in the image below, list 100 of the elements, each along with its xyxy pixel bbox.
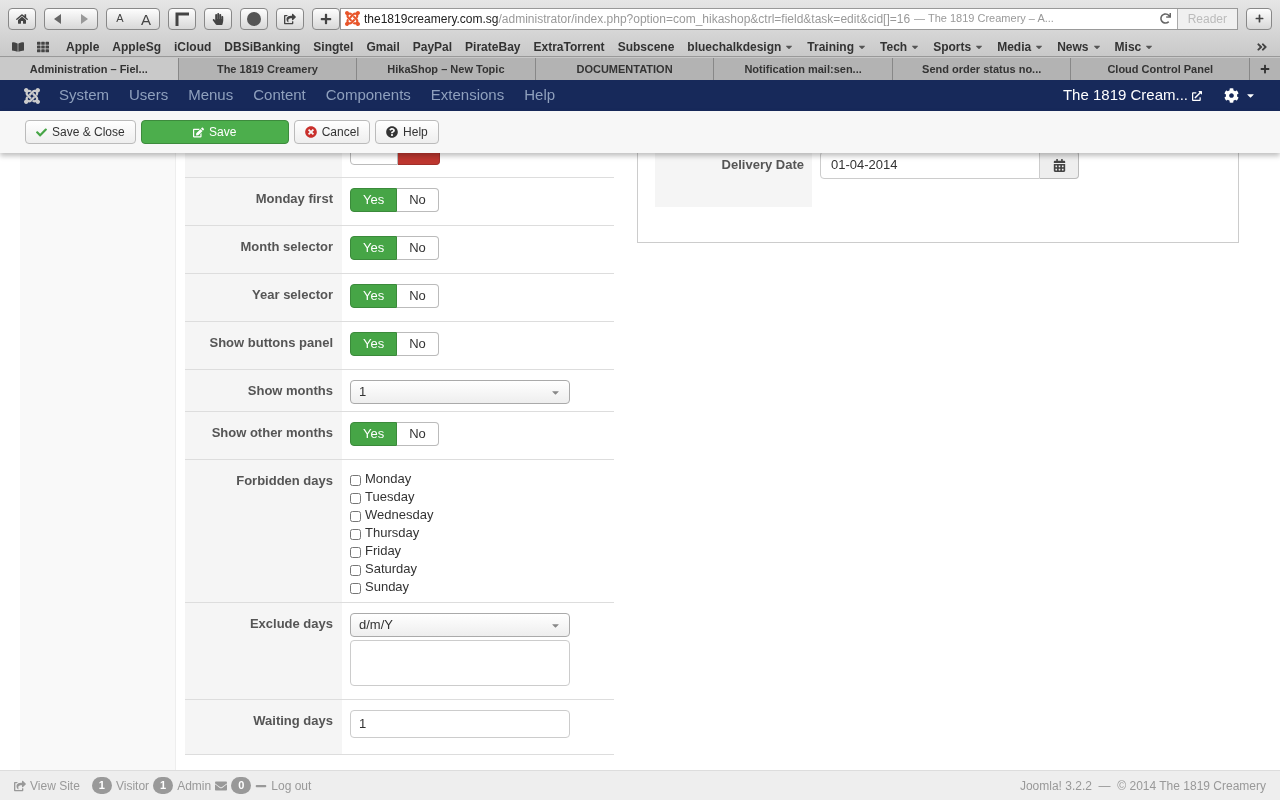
nav-menu-item[interactable]: Extensions xyxy=(430,84,505,107)
toggle-option[interactable]: No xyxy=(397,236,439,260)
checkbox[interactable] xyxy=(350,528,361,540)
browser-tab[interactable]: Cloud Control Panel xyxy=(1071,58,1251,80)
checkbox-label: Wednesday xyxy=(365,506,434,525)
date-field[interactable]: 01-04-2014 xyxy=(820,153,1040,179)
home-button[interactable] xyxy=(8,7,36,30)
browser-tab[interactable]: The 1819 Creamery xyxy=(178,58,358,80)
nav-menu-item[interactable]: Menus xyxy=(188,84,234,107)
add-button[interactable] xyxy=(312,7,340,30)
checkbox[interactable] xyxy=(350,564,361,576)
circle-icon xyxy=(247,11,261,26)
bookmark-link[interactable]: Training xyxy=(807,37,868,56)
calendar-button[interactable] xyxy=(1040,153,1079,179)
text-size-button[interactable]: A xyxy=(133,8,159,29)
plus-icon xyxy=(1254,14,1264,23)
sidebar-button[interactable] xyxy=(168,7,196,30)
site-favicon-icon xyxy=(345,11,360,26)
browser-tab[interactable]: HikaShop – New Topic xyxy=(357,58,536,80)
input-field[interactable]: 1 xyxy=(350,710,570,738)
corner-icon xyxy=(175,11,189,26)
browser-tab[interactable]: Notification mail:sen... xyxy=(714,58,893,80)
toggle-option[interactable]: No xyxy=(397,332,439,356)
save-close-button[interactable]: Save & Close xyxy=(25,120,136,144)
visitors-label: Visitor xyxy=(115,777,150,795)
cancel-button[interactable]: Cancel xyxy=(293,120,371,144)
toggle-option[interactable]: No xyxy=(397,188,439,212)
toggle-option[interactable]: No xyxy=(397,284,439,308)
field-label: Exclude days xyxy=(249,615,333,633)
nav-menu-item[interactable]: Help xyxy=(524,84,556,107)
checkbox-label: Sunday xyxy=(365,578,410,597)
joomla-logo-icon[interactable] xyxy=(24,87,40,104)
help-icon xyxy=(386,126,399,138)
field-label: Show other months xyxy=(211,424,333,442)
checkbox[interactable] xyxy=(350,582,361,594)
site-link[interactable]: The 1819 Cream... xyxy=(1062,84,1202,107)
share-icon xyxy=(14,779,26,792)
nav-menu-item[interactable]: System xyxy=(59,84,109,107)
bookmark-link[interactable]: PayPal xyxy=(412,37,453,56)
settings-menu[interactable] xyxy=(1224,88,1256,103)
stop-button[interactable] xyxy=(204,7,232,30)
field-label: Delivery Date xyxy=(721,156,804,174)
bookmark-link[interactable]: DBSiBanking xyxy=(224,37,301,56)
bookmark-link[interactable]: Misc xyxy=(1114,37,1155,56)
new-tab-button[interactable] xyxy=(1250,58,1280,80)
bookmark-link[interactable]: Singtel xyxy=(313,37,354,56)
checkbox-label: Monday xyxy=(365,470,412,489)
dropdown-field[interactable]: d/m/Y xyxy=(350,613,570,637)
bookmark-link[interactable]: News xyxy=(1057,37,1102,56)
checkbox[interactable] xyxy=(350,546,361,558)
field-label: Month selector xyxy=(240,238,333,256)
bookmark-link[interactable]: Apple xyxy=(66,37,100,56)
help-button[interactable]: Help xyxy=(375,120,439,144)
browser-tab[interactable]: DOCUMENTATION xyxy=(535,58,715,80)
bookmark-link[interactable]: Subscene xyxy=(617,37,675,56)
dropdown-field[interactable]: 1 xyxy=(350,380,570,404)
bookmark-link[interactable]: Sports xyxy=(933,37,985,56)
nav-menu-item[interactable]: Users xyxy=(129,84,169,107)
settings-icon xyxy=(1224,88,1239,103)
checkbox[interactable] xyxy=(350,474,361,486)
browser-tab[interactable]: Administration – Fiel... xyxy=(0,58,179,80)
text-size-button[interactable]: A xyxy=(107,8,133,29)
home-icon xyxy=(16,12,28,25)
back-forward-button[interactable] xyxy=(44,7,98,30)
bookmark-link[interactable]: iCloud xyxy=(174,37,212,56)
share-button[interactable] xyxy=(276,7,304,30)
check-icon xyxy=(36,126,47,138)
bookmark-link[interactable]: Gmail xyxy=(366,37,400,56)
count-badge: 1 xyxy=(91,777,112,794)
checkbox-label: Thursday xyxy=(365,524,420,543)
bookmark-link[interactable]: bluechalkdesign xyxy=(687,37,795,56)
nav-menu-item[interactable]: Content xyxy=(253,84,306,107)
checkbox[interactable] xyxy=(350,510,361,522)
nav-menu-item[interactable]: Components xyxy=(325,84,411,107)
edit-icon xyxy=(193,126,204,138)
bookmark-link[interactable]: PirateBay xyxy=(465,37,521,56)
bookmark-link[interactable]: AppleSg xyxy=(112,37,161,56)
grid-icon[interactable] xyxy=(37,40,49,53)
checkbox[interactable] xyxy=(350,492,361,504)
footer-text: Joomla! 3.2.2 — © 2014 The 1819 Creamery xyxy=(1019,777,1266,795)
bookmark-link[interactable]: ExtraTorrent xyxy=(533,37,605,56)
bookmark-link[interactable]: Media xyxy=(997,37,1045,56)
more-icon[interactable] xyxy=(1256,40,1268,53)
bookmark-link[interactable]: Tech xyxy=(880,37,921,56)
field-label: Year selector xyxy=(252,286,333,304)
forward-icon xyxy=(80,13,88,24)
field-label: Monday first xyxy=(255,190,333,208)
toggle-option[interactable]: No xyxy=(397,422,439,446)
book-icon[interactable] xyxy=(12,40,24,53)
count-badge: 0 xyxy=(231,777,252,794)
plus-icon xyxy=(1260,64,1271,74)
field-label: Show buttons panel xyxy=(209,334,333,352)
reload-icon[interactable] xyxy=(1159,13,1171,24)
checkbox-label: Tuesday xyxy=(365,488,415,507)
envelope-icon xyxy=(215,779,228,792)
calendar-icon xyxy=(1052,158,1066,172)
record-button[interactable] xyxy=(240,7,268,30)
browser-tab[interactable]: Send order status no... xyxy=(892,58,1072,80)
field-label: Waiting days xyxy=(253,712,333,730)
checkbox-label: Friday xyxy=(365,542,402,561)
